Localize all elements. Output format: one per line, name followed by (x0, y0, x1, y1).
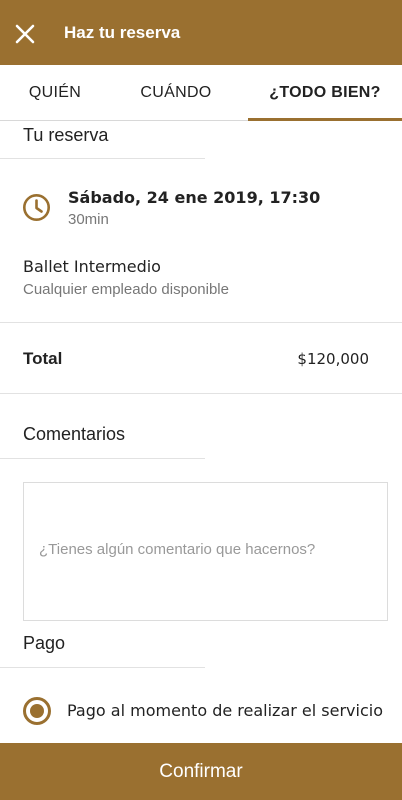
step-tabs: QUIÉN CUÁNDO ¿TODO BIEN? (0, 65, 402, 121)
tab-quien[interactable]: QUIÉN (0, 65, 110, 121)
confirm-button[interactable]: Confirmar (0, 743, 402, 800)
comment-input[interactable] (24, 483, 387, 620)
divider (0, 393, 402, 394)
divider (0, 458, 205, 459)
app-bar: Haz tu reserva (0, 0, 402, 65)
payment-option-label[interactable]: Pago al momento de realizar el servicio (67, 701, 383, 720)
divider (0, 158, 205, 159)
total-value: $120,000 (297, 350, 369, 368)
reservation-section-title: Tu reserva (23, 125, 109, 145)
close-icon[interactable] (13, 22, 37, 46)
comment-box (23, 482, 388, 621)
reservation-date: Sábado, 24 ene 2019, 17:30 (68, 188, 321, 207)
payment-section-title: Pago (23, 633, 66, 653)
comments-section-title: Comentarios (23, 424, 126, 444)
divider (0, 667, 205, 668)
page-title: Haz tu reserva (64, 23, 181, 42)
service-name: Ballet Intermedio (23, 257, 161, 276)
total-label: Total (23, 349, 63, 368)
clock-icon (22, 193, 51, 222)
radio-selected-dot (30, 704, 44, 718)
payment-option-radio[interactable] (23, 697, 51, 725)
reservation-duration: 30min (68, 211, 109, 228)
staff-name: Cualquier empleado disponible (23, 281, 229, 298)
divider (0, 322, 402, 323)
active-tab-indicator (248, 118, 402, 121)
tab-todo-bien[interactable]: ¿TODO BIEN? (248, 65, 402, 121)
tab-cuando[interactable]: CUÁNDO (110, 65, 242, 121)
